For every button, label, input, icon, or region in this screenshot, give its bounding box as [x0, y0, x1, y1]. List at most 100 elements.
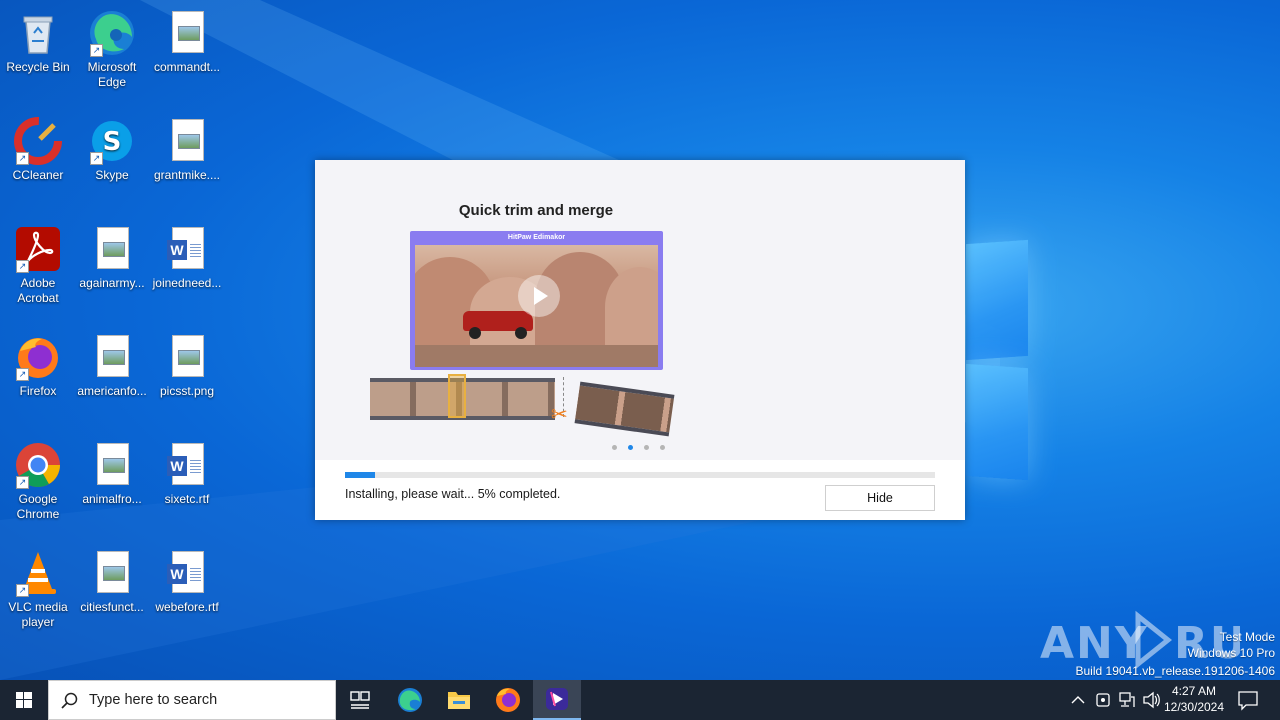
tray-device-icon [1096, 693, 1110, 707]
shortcut-arrow-icon: ↗ [90, 44, 103, 57]
tray-app-button[interactable] [1093, 680, 1113, 720]
desktop-icon-animalfro[interactable]: animalfro... [74, 437, 150, 507]
word-file-icon: W [163, 441, 211, 489]
desktop-icon-vlc[interactable]: ↗ VLC media player [0, 545, 76, 630]
edge-icon: ↗ [88, 9, 136, 57]
hide-button[interactable]: Hide [825, 485, 935, 511]
desktop-icon-label: webefore.rtf [155, 600, 219, 614]
word-file-icon: W [163, 549, 211, 597]
windows-logo-pane [966, 363, 1028, 481]
taskbar-firefox-button[interactable] [484, 680, 532, 720]
firefox-icon: ↗ [14, 333, 62, 381]
slide-dot[interactable] [660, 445, 665, 450]
edimakor-icon [546, 688, 568, 710]
image-file-icon [163, 117, 211, 165]
recycle-bin-icon [14, 9, 62, 57]
image-file-icon [88, 225, 136, 273]
task-view-button[interactable] [336, 680, 384, 720]
taskbar-search-box[interactable]: Type here to search [48, 680, 336, 720]
acrobat-icon: ↗ [14, 225, 62, 273]
desktop-icon-label: joinedneed... [152, 276, 222, 290]
desktop-icon-label: Microsoft Edge [87, 60, 137, 89]
desktop-icon-skype[interactable]: S ↗ Skype [74, 113, 150, 183]
taskbar-file-explorer-button[interactable] [435, 680, 483, 720]
desktop-icon-picsst[interactable]: picsst.png [149, 329, 225, 399]
desktop-icon-label: americanfo... [77, 384, 147, 398]
search-placeholder: Type here to search [89, 692, 218, 708]
network-button[interactable] [1117, 680, 1137, 720]
desktop-icon-sixetc[interactable]: W sixetc.rtf [149, 437, 225, 507]
test-mode-text: Test Mode [1219, 630, 1275, 644]
windows-edition-text: Windows 10 Pro [1187, 646, 1275, 660]
ccleaner-icon: ↗ [14, 117, 62, 165]
desktop-icon-label: grantmike.... [153, 168, 221, 182]
windows-build-text: Build 19041.vb_release.191206-1406 [1075, 664, 1276, 678]
image-file-icon [88, 549, 136, 597]
volume-button[interactable] [1141, 680, 1161, 720]
windows-logo-icon [16, 692, 32, 708]
slide-dot[interactable] [612, 445, 617, 450]
shortcut-arrow-icon: ↗ [16, 584, 29, 597]
desktop-icon-commandt[interactable]: commandt... [149, 5, 225, 75]
desktop-icon-google-chrome[interactable]: ↗ Google Chrome [0, 437, 76, 522]
skype-icon: S ↗ [88, 117, 136, 165]
speaker-icon [1143, 691, 1160, 709]
install-status-text: Installing, please wait... 5% completed. [345, 487, 561, 501]
clock-button[interactable]: 4:27 AM 12/30/2024 [1163, 680, 1225, 720]
desktop-icon-americanfo[interactable]: americanfo... [74, 329, 150, 399]
desktop-icon-label: VLC media player [8, 600, 68, 629]
start-button[interactable] [0, 680, 48, 720]
shortcut-arrow-icon: ↗ [16, 368, 29, 381]
desktop: Recycle Bin ↗ CCleaner ↗ Adobe Acrobat ↗… [0, 0, 1280, 680]
task-view-icon [350, 691, 370, 709]
desktop-icon-firefox[interactable]: ↗ Firefox [0, 329, 76, 399]
clock-time: 4:27 AM [1171, 684, 1217, 698]
desktop-icon-label: Firefox [19, 384, 57, 398]
desktop-icon-citiesfunct[interactable]: citiesfunct... [74, 545, 150, 615]
desktop-icon-againarmy[interactable]: againarmy... [74, 221, 150, 291]
desktop-icon-label: Skype [95, 168, 129, 182]
image-file-icon [88, 441, 136, 489]
chrome-icon: ↗ [14, 441, 62, 489]
edge-icon [398, 688, 422, 712]
desktop-icon-grantmike[interactable]: grantmike.... [149, 113, 225, 183]
chevron-up-icon [1071, 696, 1085, 704]
desktop-icon-microsoft-edge[interactable]: ↗ Microsoft Edge [74, 5, 150, 90]
word-file-icon: W [163, 225, 211, 273]
svg-text:S: S [103, 127, 122, 157]
trim-handle-icon [448, 374, 466, 418]
desktop-icon-ccleaner[interactable]: ↗ CCleaner [0, 113, 76, 183]
shortcut-arrow-icon: ↗ [90, 152, 103, 165]
action-center-button[interactable] [1232, 680, 1264, 720]
taskbar-edimakor-button[interactable] [533, 680, 581, 720]
desktop-icon-adobe-acrobat[interactable]: ↗ Adobe Acrobat [0, 221, 76, 306]
slide-indicator [612, 445, 672, 451]
desktop-icon-label: CCleaner [12, 168, 64, 182]
desktop-icon-recycle-bin[interactable]: Recycle Bin [0, 5, 76, 75]
image-file-icon [163, 9, 211, 57]
slide-dot-active[interactable] [628, 445, 633, 450]
show-hidden-icons-button[interactable] [1068, 680, 1088, 720]
desktop-icon-label: Recycle Bin [6, 60, 70, 74]
vlc-icon: ↗ [14, 549, 62, 597]
installer-window: Quick trim and merge HitPaw Edimakor ✂ I… [315, 160, 965, 520]
shortcut-arrow-icon: ↗ [16, 260, 29, 273]
image-file-icon [163, 333, 211, 381]
windows-logo-pane [966, 239, 1028, 361]
taskbar-edge-button[interactable] [386, 680, 434, 720]
desktop-icon-label: againarmy... [79, 276, 145, 290]
desktop-icon-label: citiesfunct... [80, 600, 144, 614]
firefox-icon [496, 688, 520, 712]
clock-date: 12/30/2024 [1163, 700, 1225, 714]
install-progress-bar [345, 472, 935, 478]
svg-text:ANY: ANY [1040, 618, 1149, 669]
timeline-clip-strip [574, 381, 675, 437]
scissors-icon: ✂ [551, 404, 568, 426]
desktop-icon-webefore[interactable]: W webefore.rtf [149, 545, 225, 615]
desktop-icon-label: Google Chrome [16, 492, 60, 521]
desktop-icon-joinedneed[interactable]: W joinedneed... [149, 221, 225, 291]
desktop-icon-label: commandt... [153, 60, 221, 74]
desktop-icon-label: animalfro... [82, 492, 142, 506]
slide-dot[interactable] [644, 445, 649, 450]
desktop-icon-label: picsst.png [159, 384, 215, 398]
